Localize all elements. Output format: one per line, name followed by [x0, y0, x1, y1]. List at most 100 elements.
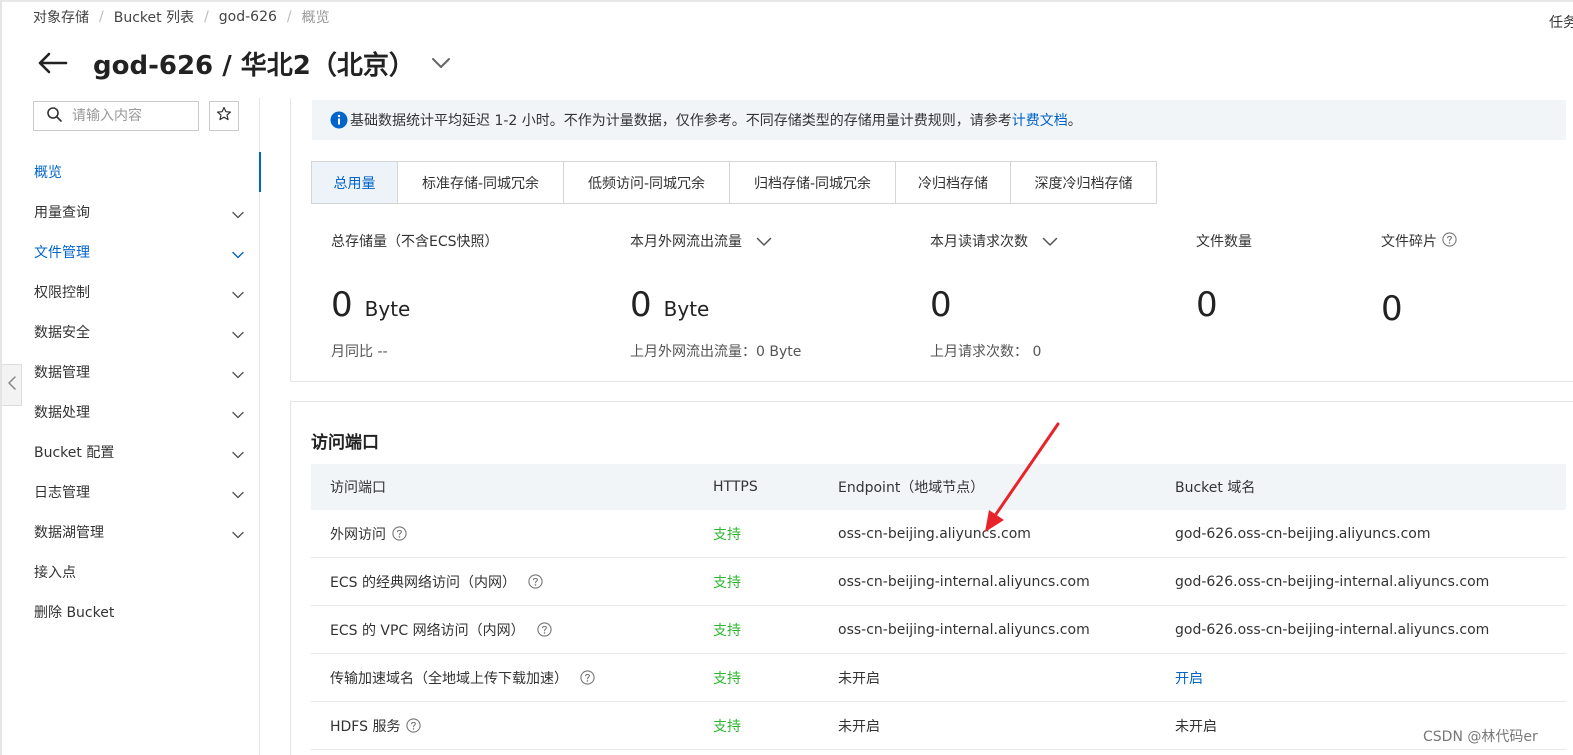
chevron-down-icon: [232, 487, 244, 499]
https-support: 支持: [713, 718, 741, 735]
https-support: 支持: [713, 526, 741, 543]
stat-label-text: 本月读请求次数: [930, 234, 1028, 250]
stat-label: 总存储量（不含ECS快照）: [331, 231, 499, 251]
sidebar-item-label: 概览: [34, 165, 62, 181]
stat-unit: Byte: [663, 297, 710, 321]
back-arrow-icon[interactable]: [36, 46, 70, 80]
endpoint-value: 未开启: [838, 670, 880, 687]
stat-label-text: 文件碎片: [1381, 234, 1437, 250]
sidebar-nav: 概览用量查询 文件管理权限控制数据安全数据管理数据处理 Bucket 配置日志管理数…: [0, 152, 261, 632]
breadcrumb-item-current: 概览: [301, 10, 330, 26]
breadcrumb-item-bucket-list[interactable]: Bucket 列表: [114, 7, 194, 27]
header-https: HTTPS: [713, 479, 758, 495]
stat-label: 本月外网流出流量: [630, 231, 772, 251]
access-name: ECS 的经典网络访问（内网）: [330, 574, 516, 591]
breadcrumb-separator: /: [99, 9, 104, 25]
https-support: 支持: [713, 574, 741, 591]
tab-4[interactable]: 冷归档存储: [896, 162, 1011, 203]
bucket-domain-value: god-626.oss-cn-beijing-internal.aliyuncs…: [1175, 573, 1490, 590]
sidebar-item[interactable]: 数据处理: [0, 392, 260, 432]
favorite-button[interactable]: [209, 101, 239, 131]
sidebar-item-label: 权限控制: [34, 285, 90, 301]
tab-1[interactable]: 标准存储-同城冗余: [398, 162, 564, 203]
https-support: 支持: [713, 670, 741, 687]
tab-5[interactable]: 深度冷归档存储: [1011, 162, 1156, 203]
help-icon[interactable]: [537, 622, 552, 637]
sidebar-item[interactable]: 文件管理: [0, 232, 260, 272]
info-icon: [330, 111, 348, 129]
help-icon[interactable]: [1442, 231, 1457, 251]
stat-value: 0: [930, 285, 952, 325]
page-title: god-626 / 华北2（北京）: [93, 50, 415, 81]
help-icon[interactable]: [406, 718, 422, 733]
chevron-down-icon: [232, 447, 244, 459]
sidebar-collapse-button[interactable]: [2, 364, 22, 406]
stat-value: 0 Byte: [630, 285, 709, 325]
sidebar-item-label: 接入点: [34, 565, 76, 581]
breadcrumb-separator: /: [204, 9, 209, 25]
access-name: 传输加速域名（全地域上传下载加速）: [330, 670, 568, 687]
search-input[interactable]: [72, 108, 182, 124]
access-name: ECS 的 VPC 网络访问（内网）: [330, 622, 525, 639]
notice-suffix: 。: [1067, 113, 1082, 129]
help-icon[interactable]: [528, 574, 543, 589]
access-table: 访问端口 HTTPS Endpoint（地域节点） Bucket 域名 外网访问…: [311, 464, 1566, 750]
title-row: god-626 / 华北2（北京）: [36, 42, 453, 84]
stat-label-text: 总存储量（不含ECS快照）: [331, 234, 499, 250]
table-header: 访问端口 HTTPS Endpoint（地域节点） Bucket 域名: [311, 464, 1566, 510]
bucket-domain-value: god-626.oss-cn-beijing.aliyuncs.com: [1175, 525, 1431, 542]
stat-label: 文件碎片: [1381, 231, 1457, 251]
sidebar-item[interactable]: 概览: [0, 152, 261, 192]
chevron-down-icon: [232, 527, 244, 539]
sidebar-item-label: 数据安全: [34, 325, 90, 341]
stat-value: 0: [1381, 289, 1403, 329]
tab-3[interactable]: 归档存储-同城冗余: [730, 162, 896, 203]
sidebar-item[interactable]: 数据管理: [0, 352, 260, 392]
sidebar-item[interactable]: 数据安全: [0, 312, 260, 352]
task-link[interactable]: 任务: [1549, 12, 1573, 32]
table-row: ECS 的 VPC 网络访问（内网） 支持 oss-cn-beijing-inter…: [311, 606, 1566, 654]
table-row: ECS 的经典网络访问（内网） 支持 oss-cn-beijing-internal…: [311, 558, 1566, 606]
sidebar-item-label: 数据处理: [34, 405, 90, 421]
sidebar-item[interactable]: 用量查询: [0, 192, 260, 232]
search-icon: [46, 106, 62, 126]
billing-doc-link[interactable]: 计费文档: [1012, 110, 1068, 130]
stat-number: 0: [930, 285, 952, 325]
sidebar-item-label: Bucket 配置: [34, 445, 115, 461]
bucket-domain-value: god-626.oss-cn-beijing-internal.aliyuncs…: [1175, 621, 1490, 638]
chevron-down-icon: [232, 207, 244, 219]
help-icon[interactable]: [580, 670, 595, 685]
tab-2[interactable]: 低频访问-同城冗余: [564, 162, 730, 203]
table-row: HDFS 服务 支持 未开启 未开启: [311, 702, 1566, 750]
stat-number: 0: [1381, 289, 1403, 329]
help-icon[interactable]: [392, 526, 407, 541]
breadcrumb-item-bucket[interactable]: god-626: [219, 9, 277, 25]
sidebar-item[interactable]: 日志管理: [0, 472, 260, 512]
sidebar-item[interactable]: 数据湖管理: [0, 512, 260, 552]
stat-label: 文件数量: [1196, 231, 1252, 251]
sidebar-item[interactable]: 权限控制: [0, 272, 260, 312]
chevron-down-icon: [232, 287, 244, 299]
stat-label-text: 本月外网流出流量: [630, 234, 742, 250]
tab-0[interactable]: 总用量: [312, 162, 398, 203]
sidebar-search[interactable]: [33, 101, 199, 131]
storage-type-tabs: 总用量 标准存储-同城冗余 低频访问-同城冗余 归档存储-同城冗余 冷归档存储 深度冷归档…: [311, 161, 1157, 204]
sidebar-item-label: 删除 Bucket: [34, 605, 115, 621]
sidebar-item[interactable]: Bucket 配置: [0, 432, 260, 472]
chevron-down-icon: [232, 327, 244, 339]
bucket-domain-value: 未开启: [1175, 718, 1217, 735]
sidebar-item[interactable]: 删除 Bucket: [0, 592, 260, 632]
enable-acceleration-link[interactable]: 开启: [1175, 654, 1203, 701]
chevron-down-icon[interactable]: [756, 235, 772, 247]
chevron-down-icon[interactable]: [1042, 235, 1058, 247]
stat-unit: Byte: [364, 297, 411, 321]
breadcrumb-item-object-storage[interactable]: 对象存储: [33, 7, 89, 27]
stat-value: 0: [1196, 285, 1218, 325]
region-dropdown-chevron-icon[interactable]: [431, 52, 453, 74]
access-name-cell: 外网访问: [330, 510, 407, 557]
stat-sub-text: 上月外网流出流量：0 Byte: [630, 344, 802, 360]
stat-number: 0: [331, 285, 353, 325]
sidebar-item[interactable]: 接入点: [0, 552, 260, 592]
access-name-cell: HDFS 服务: [330, 702, 422, 749]
stat-number: 0: [630, 285, 652, 325]
